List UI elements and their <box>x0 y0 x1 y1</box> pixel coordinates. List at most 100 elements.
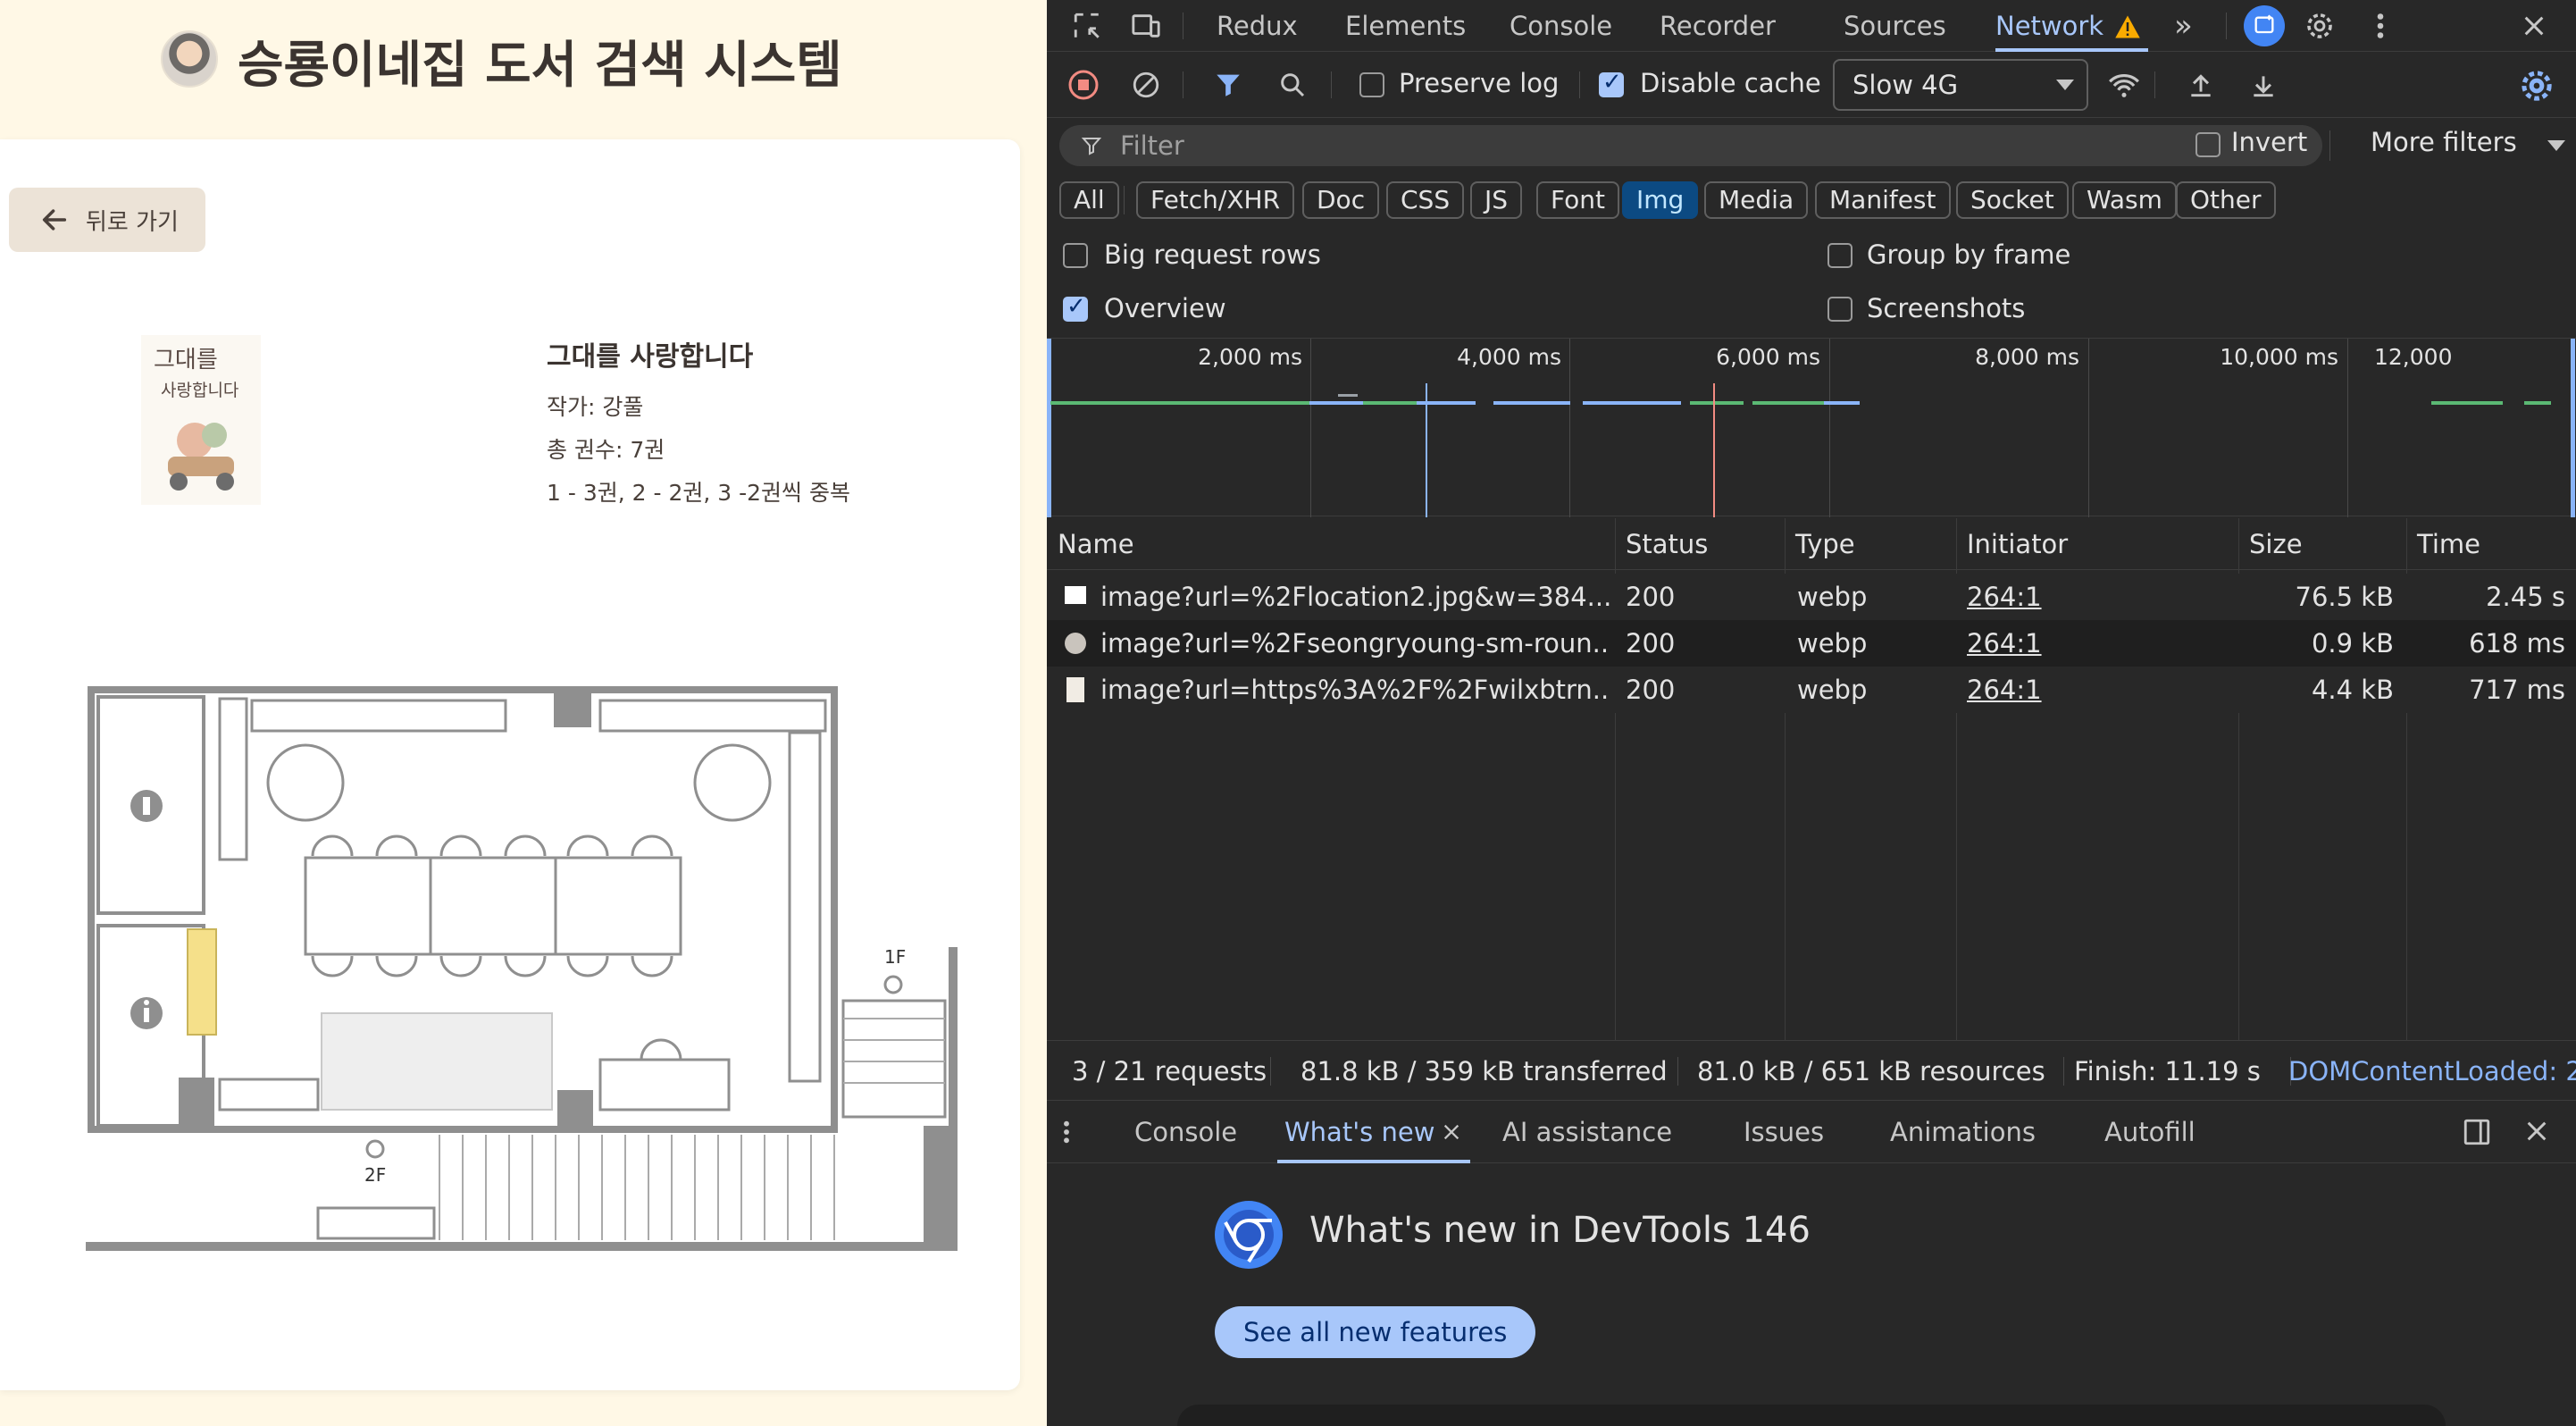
request-initiator-link[interactable]: 264:1 <box>1967 620 2042 667</box>
tab-network[interactable]: Network <box>1995 0 2149 52</box>
request-initiator-link[interactable]: 264:1 <box>1967 574 2042 620</box>
tab-sources[interactable]: Sources <box>1844 0 1946 52</box>
record-stop-icon[interactable] <box>1066 68 1100 102</box>
see-all-features-button[interactable]: See all new features <box>1215 1306 1536 1358</box>
type-filter-media[interactable]: Media <box>1704 181 1809 219</box>
library-app: 승룡이네집 도서 검색 시스템 뒤로 가기 그대를 사랑합니다 그대를 사랑합니… <box>0 0 1047 1426</box>
floor-label-2f: 2F <box>364 1164 386 1186</box>
overview-timeline[interactable]: 2,000 ms 4,000 ms 6,000 ms 8,000 ms 10,0… <box>1047 338 2576 517</box>
request-time: 2.45 s <box>2486 582 2565 612</box>
network-status-bar: 3 / 21 requests 81.8 kB / 359 kB transfe… <box>1047 1040 2576 1101</box>
image-file-icon <box>1066 677 1084 702</box>
overview-checkbox[interactable] <box>1063 293 1088 322</box>
table-row[interactable]: image?url=%2Flocation2.jpg&w=384... 200 … <box>1047 574 2576 620</box>
kebab-menu-icon[interactable] <box>2363 9 2397 43</box>
cover-text-2: 사랑합니다 <box>161 381 238 400</box>
ai-assistance-icon[interactable] <box>2244 5 2285 46</box>
type-filter-other[interactable]: Other <box>2176 181 2276 219</box>
column-time[interactable]: Time <box>2406 518 2480 570</box>
request-name: image?url=https%3A%2F%2Fwilxbtrn... <box>1100 675 1610 705</box>
request-type: webp <box>1797 582 1868 612</box>
throttle-select[interactable]: Slow 4G <box>1833 59 2088 111</box>
request-size: 76.5 kB <box>2295 582 2394 612</box>
request-name: image?url=%2Flocation2.jpg&w=384... <box>1100 582 1610 612</box>
column-size[interactable]: Size <box>2238 518 2303 570</box>
tab-network-label: Network <box>1995 11 2104 41</box>
resources-size: 81.0 kB / 651 kB resources <box>1697 1056 2045 1086</box>
tab-elements[interactable]: Elements <box>1345 0 1466 52</box>
table-row[interactable]: image?url=%2Fseongryoung-sm-roun... 200 … <box>1047 620 2576 667</box>
invert-checkbox[interactable] <box>2195 132 2221 157</box>
request-size: 4.4 kB <box>2311 675 2394 705</box>
column-status[interactable]: Status <box>1615 518 1708 570</box>
clear-icon[interactable] <box>1129 68 1163 102</box>
device-toggle-icon[interactable] <box>1129 9 1163 43</box>
book-total: 총 권수: 7권 <box>547 437 665 463</box>
type-filter-all[interactable]: All <box>1059 181 1119 219</box>
request-initiator-link[interactable]: 264:1 <box>1967 667 2042 713</box>
type-filter-img[interactable]: Img <box>1622 181 1699 219</box>
close-drawer-icon[interactable] <box>2524 1119 2549 1144</box>
group-by-frame-checkbox[interactable] <box>1827 243 1853 268</box>
export-har-icon[interactable] <box>2244 66 2283 105</box>
throttle-value: Slow 4G <box>1853 70 1959 100</box>
tab-console[interactable]: Console <box>1510 0 1612 52</box>
type-filter-css[interactable]: CSS <box>1386 181 1465 219</box>
devtools-main-tabs: Redux Elements Console Recorder Sources … <box>1047 0 2576 52</box>
floor-label-1f: 1F <box>884 946 906 968</box>
type-filter-manifest[interactable]: Manifest <box>1815 181 1951 219</box>
more-tabs-button[interactable]: » <box>2174 0 2193 52</box>
type-filter-fetch-xhr[interactable]: Fetch/XHR <box>1136 181 1295 219</box>
close-devtools-icon[interactable] <box>2517 9 2551 43</box>
whats-new-card <box>1177 1405 2446 1426</box>
book-author: 작가: 강풀 <box>547 394 644 420</box>
drawer-tab-ai-assistance[interactable]: AI assistance <box>1502 1101 1672 1163</box>
big-request-rows-checkbox[interactable] <box>1063 243 1088 268</box>
book-cover-image: 그대를 사랑합니다 <box>141 335 261 505</box>
more-filters-chevron-icon <box>2547 140 2565 151</box>
filter-input[interactable]: Filter <box>1059 125 2322 166</box>
type-filter-socket[interactable]: Socket <box>1956 181 2069 219</box>
whats-new-heading: What's new in DevTools 146 <box>1309 1210 1811 1251</box>
drawer-menu-icon[interactable] <box>1056 1115 1077 1149</box>
preserve-log-checkbox[interactable] <box>1359 72 1384 97</box>
request-size: 0.9 kB <box>2311 628 2394 658</box>
site-title: 승룡이네집 도서 검색 시스템 <box>238 37 842 95</box>
more-filters-button[interactable]: More filters <box>2371 127 2517 157</box>
drawer-tab-console[interactable]: Console <box>1134 1101 1237 1163</box>
big-request-rows-label: Big request rows <box>1104 239 1321 270</box>
settings-gear-icon[interactable] <box>2303 9 2337 43</box>
type-filter-wasm[interactable]: Wasm <box>2072 181 2177 219</box>
close-tab-icon[interactable] <box>1442 1122 1461 1142</box>
network-conditions-icon[interactable] <box>2104 66 2144 105</box>
type-filter-doc[interactable]: Doc <box>1302 181 1380 219</box>
network-settings-icon[interactable] <box>2517 66 2556 105</box>
type-filter-font[interactable]: Font <box>1536 181 1619 219</box>
drawer-tab-issues[interactable]: Issues <box>1744 1101 1824 1163</box>
tab-recorder[interactable]: Recorder <box>1660 0 1776 52</box>
column-initiator[interactable]: Initiator <box>1956 518 2068 570</box>
inspect-element-icon[interactable] <box>1070 9 1104 43</box>
dock-side-icon[interactable] <box>2462 1117 2492 1147</box>
disable-cache-checkbox[interactable] <box>1599 69 1624 97</box>
request-count: 3 / 21 requests <box>1072 1056 1267 1086</box>
drawer-tab-animations[interactable]: Animations <box>1890 1101 2036 1163</box>
filter-funnel-icon[interactable] <box>1211 68 1245 102</box>
screenshots-checkbox[interactable] <box>1827 297 1853 322</box>
column-name[interactable]: Name <box>1047 518 1134 570</box>
table-header: Name Status Type Initiator Size Time <box>1047 518 2576 570</box>
whats-new-panel: What's new in DevTools 146 See all new f… <box>1047 1163 2576 1426</box>
drawer-tab-autofill[interactable]: Autofill <box>2104 1101 2195 1163</box>
back-button[interactable]: 뒤로 가기 <box>9 188 205 252</box>
tab-redux[interactable]: Redux <box>1217 0 1298 52</box>
drawer-tab-whats-new[interactable]: What's new <box>1284 1101 1434 1163</box>
type-filter-js[interactable]: JS <box>1470 181 1523 219</box>
floor-map: 1F 2F <box>86 686 958 1251</box>
chevron-down-icon <box>2056 80 2074 90</box>
import-har-icon[interactable] <box>2181 66 2221 105</box>
table-row[interactable]: image?url=https%3A%2F%2Fwilxbtrn... 200 … <box>1047 667 2576 713</box>
column-type[interactable]: Type <box>1785 518 1855 570</box>
search-icon[interactable] <box>1275 68 1309 102</box>
preserve-log-label: Preserve log <box>1399 68 1560 98</box>
network-toolbar: Preserve log Disable cache <box>1047 52 2576 118</box>
